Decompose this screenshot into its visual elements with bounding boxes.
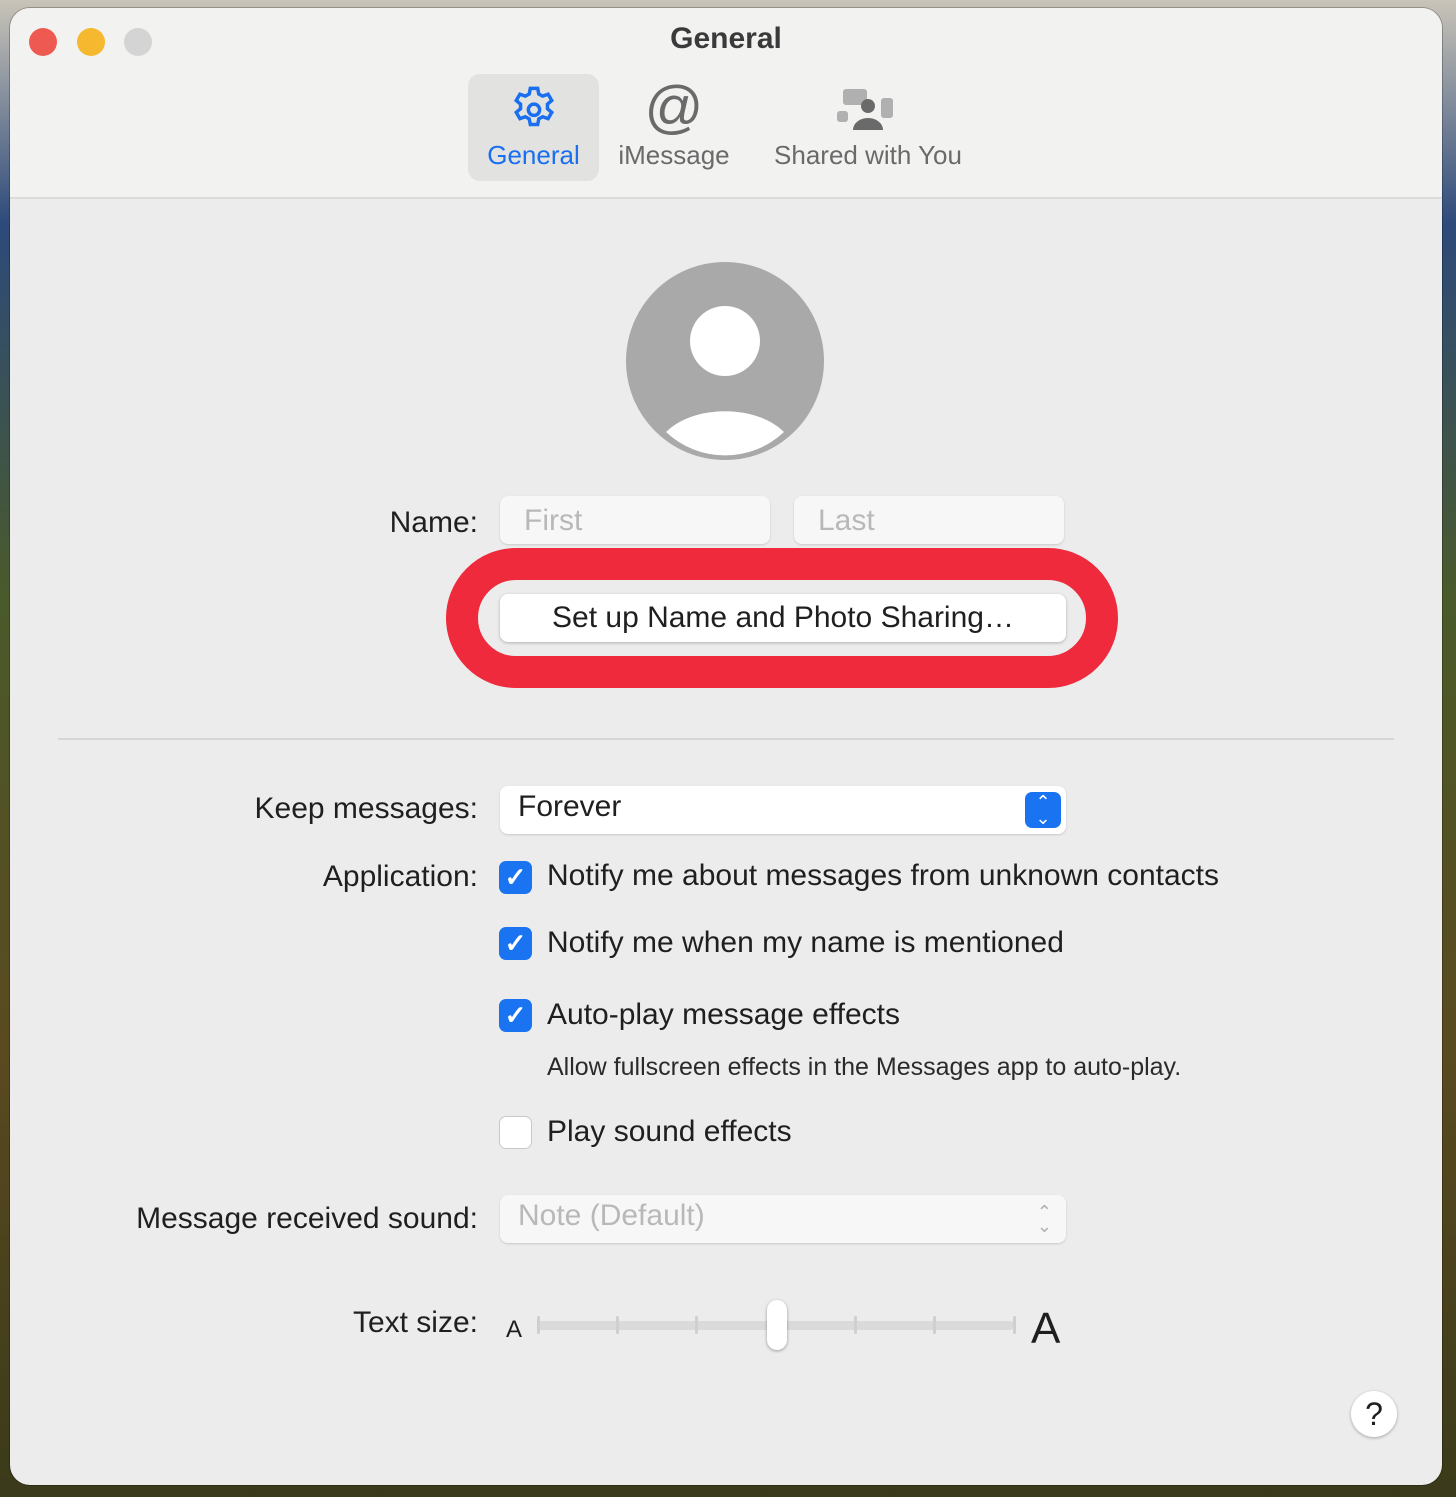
unknown-contacts-label: Notify me about messages from unknown co… <box>547 859 1219 892</box>
slider-tick <box>1012 1316 1016 1334</box>
keep-messages-value: Forever <box>518 790 622 823</box>
first-name-input[interactable]: First <box>500 496 770 544</box>
chevron-updown-icon: ⌃ ⌄ <box>1036 1202 1052 1236</box>
last-name-input[interactable]: Last <box>794 496 1064 544</box>
avatar[interactable] <box>626 262 824 460</box>
slider-tick <box>853 1316 857 1334</box>
message-sound-label: Message received sound: <box>136 1202 478 1235</box>
name-mentioned-checkbox[interactable]: ✓ <box>499 927 532 960</box>
tab-label: General <box>487 140 580 170</box>
message-sound-select[interactable]: Note (Default) ⌃ ⌄ <box>500 1195 1066 1243</box>
chevron-updown-icon: ⌃ ⌄ <box>1025 792 1061 828</box>
small-a-label: A <box>506 1316 523 1343</box>
large-a-label: A <box>1031 1304 1061 1353</box>
play-sound-effects-label: Play sound effects <box>547 1115 792 1148</box>
application-label: Application: <box>322 860 478 893</box>
help-button[interactable]: ? <box>1351 1391 1397 1437</box>
autoplay-effects-label: Auto-play message effects <box>547 998 900 1031</box>
preferences-window: General General @ iMessage Shared with Y… <box>10 8 1442 1485</box>
keep-messages-select[interactable]: Forever ⌃ ⌄ <box>500 786 1066 834</box>
toolbar: General General @ iMessage Shared with Y… <box>10 8 1442 199</box>
slider-tick <box>615 1316 619 1334</box>
divider <box>58 738 1394 740</box>
gear-icon <box>514 86 554 127</box>
tab-label: iMessage <box>618 140 730 170</box>
name-label: Name: <box>389 506 478 539</box>
at-icon: @ <box>644 75 704 140</box>
unknown-contacts-checkbox[interactable]: ✓ <box>499 861 532 894</box>
autoplay-effects-checkbox[interactable]: ✓ <box>499 999 532 1032</box>
tab-general[interactable]: General <box>468 74 599 181</box>
tab-imessage[interactable]: @ iMessage <box>608 74 740 181</box>
autoplay-effects-note: Allow fullscreen effects in the Messages… <box>547 1053 1182 1081</box>
message-sound-value: Note (Default) <box>518 1199 705 1232</box>
setup-name-photo-sharing-button[interactable]: Set up Name and Photo Sharing… <box>500 594 1066 642</box>
slider-tick <box>695 1316 699 1334</box>
tab-shared-with-you[interactable]: Shared with You <box>758 74 978 181</box>
tab-label: Shared with You <box>774 140 962 170</box>
play-sound-effects-checkbox[interactable] <box>499 1116 532 1149</box>
slider-tick <box>933 1316 937 1334</box>
keep-messages-label: Keep messages: <box>254 792 478 825</box>
shared-with-you-icon <box>837 89 893 130</box>
name-mentioned-label: Notify me when my name is mentioned <box>547 926 1064 959</box>
text-size-label: Text size: <box>352 1306 478 1339</box>
slider-tick <box>536 1316 540 1334</box>
slider-thumb[interactable] <box>767 1300 787 1350</box>
text-size-slider[interactable] <box>536 1300 1016 1350</box>
window-title: General <box>670 22 782 55</box>
